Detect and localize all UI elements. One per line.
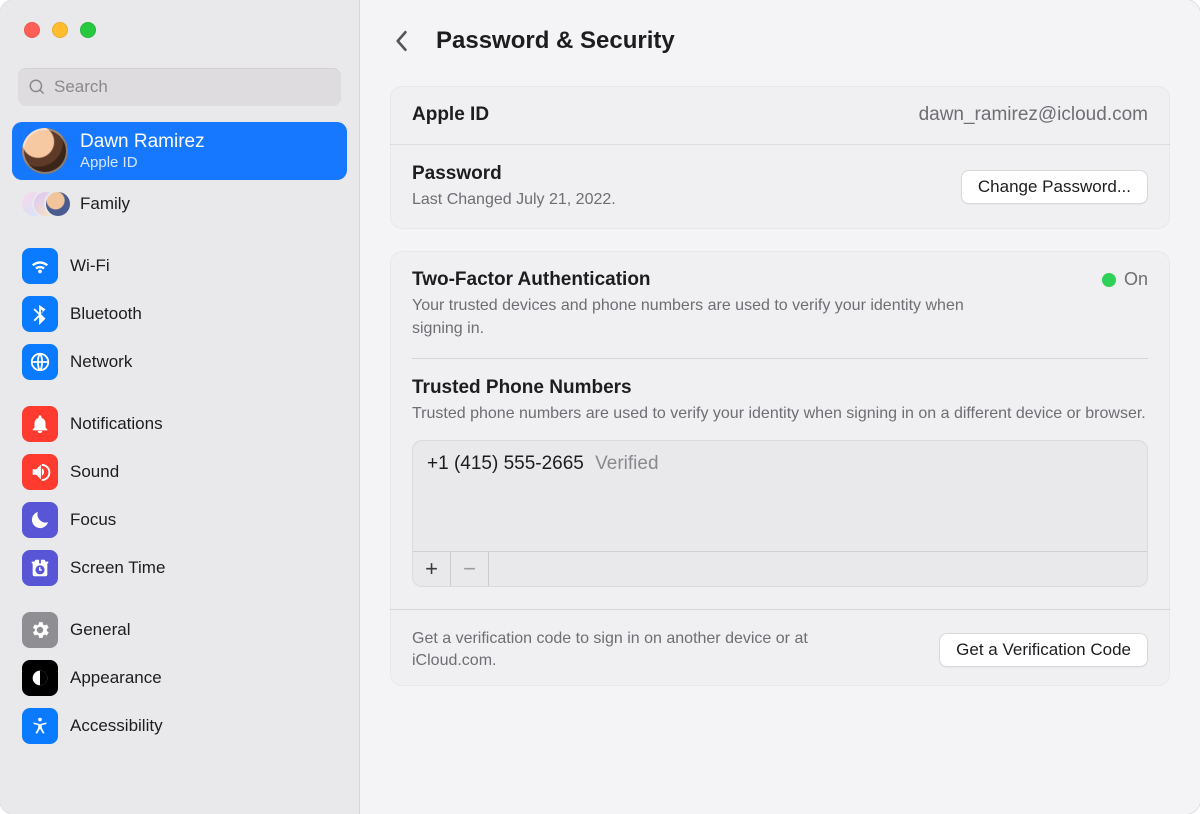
- trusted-number-row[interactable]: +1 (415) 555-2665 Verified: [413, 441, 1147, 487]
- trusted-label: Trusted Phone Numbers: [412, 377, 1148, 399]
- sidebar-item-label: Screen Time: [70, 558, 165, 578]
- verification-row: Get a verification code to sign in on an…: [390, 609, 1170, 687]
- sidebar-item-screen-time[interactable]: Screen Time: [12, 544, 347, 592]
- sidebar-item-label: Bluetooth: [70, 304, 142, 324]
- trusted-number-value: +1 (415) 555-2665: [427, 453, 584, 474]
- sidebar-item-accessibility[interactable]: Accessibility: [12, 702, 347, 750]
- network-icon: [22, 344, 58, 380]
- sidebar-item-label: Wi-Fi: [70, 256, 110, 276]
- focus-icon: [22, 502, 58, 538]
- sidebar-item-family[interactable]: Family: [12, 180, 347, 228]
- bluetooth-icon: [22, 296, 58, 332]
- sidebar-item-network[interactable]: Network: [12, 338, 347, 386]
- sidebar-item-appearance[interactable]: Appearance: [12, 654, 347, 702]
- minus-icon: −: [463, 556, 476, 582]
- twofa-status: On: [1102, 269, 1148, 290]
- password-label: Password: [412, 163, 616, 185]
- avatar: [22, 128, 68, 174]
- account-subtitle: Apple ID: [80, 154, 205, 173]
- account-name: Dawn Ramirez: [80, 130, 205, 154]
- sidebar-item-label: General: [70, 620, 130, 640]
- apple-id-value: dawn_ramirez@icloud.com: [919, 104, 1148, 126]
- twofa-label: Two-Factor Authentication: [412, 269, 972, 291]
- sidebar-item-label: Focus: [70, 510, 116, 530]
- sidebar-item-label: Notifications: [70, 414, 163, 434]
- get-verification-code-button[interactable]: Get a Verification Code: [939, 633, 1148, 667]
- trusted-numbers-toolbar: + −: [413, 551, 1147, 586]
- password-sub: Last Changed July 21, 2022.: [412, 189, 616, 211]
- apple-id-row: Apple ID dawn_ramirez@icloud.com: [390, 86, 1170, 144]
- trusted-numbers-list[interactable]: +1 (415) 555-2665 Verified + −: [412, 440, 1148, 587]
- add-number-button[interactable]: +: [413, 552, 451, 586]
- sidebar-item-sound[interactable]: Sound: [12, 448, 347, 496]
- sidebar-item-notifications[interactable]: Notifications: [12, 400, 347, 448]
- remove-number-button[interactable]: −: [451, 552, 489, 586]
- search-field[interactable]: [18, 68, 341, 106]
- page-title: Password & Security: [436, 27, 675, 55]
- twofa-status-label: On: [1124, 269, 1148, 290]
- settings-window: Dawn Ramirez Apple ID Family Wi-Fi: [0, 0, 1200, 814]
- screen-time-icon: [22, 550, 58, 586]
- twofa-sub: Your trusted devices and phone numbers a…: [412, 295, 972, 340]
- trusted-number-status: Verified: [595, 453, 658, 474]
- security-card: Two-Factor Authentication Your trusted d…: [390, 251, 1170, 686]
- back-button[interactable]: [384, 24, 418, 58]
- password-row: Password Last Changed July 21, 2022. Cha…: [390, 144, 1170, 229]
- apple-id-label: Apple ID: [412, 104, 489, 126]
- close-window-button[interactable]: [24, 22, 40, 38]
- plus-icon: +: [425, 556, 438, 582]
- gear-icon: [22, 612, 58, 648]
- minimize-window-button[interactable]: [52, 22, 68, 38]
- verification-sub: Get a verification code to sign in on an…: [412, 628, 892, 673]
- sidebar-item-bluetooth[interactable]: Bluetooth: [12, 290, 347, 338]
- sidebar-item-general[interactable]: General: [12, 606, 347, 654]
- appearance-icon: [22, 660, 58, 696]
- sidebar: Dawn Ramirez Apple ID Family Wi-Fi: [0, 0, 360, 814]
- sidebar-item-label: Family: [80, 194, 130, 214]
- main-pane: Password & Security Apple ID dawn_ramire…: [360, 0, 1200, 814]
- notifications-icon: [22, 406, 58, 442]
- apple-id-card: Apple ID dawn_ramirez@icloud.com Passwor…: [390, 86, 1170, 229]
- chevron-left-icon: [394, 30, 408, 52]
- zoom-window-button[interactable]: [80, 22, 96, 38]
- change-password-button[interactable]: Change Password...: [961, 170, 1148, 204]
- main-header: Password & Security: [360, 0, 1200, 68]
- sidebar-item-wifi[interactable]: Wi-Fi: [12, 242, 347, 290]
- sidebar-item-label: Appearance: [70, 668, 162, 688]
- sidebar-nav: Dawn Ramirez Apple ID Family Wi-Fi: [0, 116, 359, 750]
- sidebar-item-apple-id[interactable]: Dawn Ramirez Apple ID: [12, 122, 347, 180]
- status-dot-icon: [1102, 273, 1116, 287]
- search-icon: [28, 78, 46, 96]
- sidebar-item-label: Accessibility: [70, 716, 163, 736]
- window-controls: [0, 0, 359, 38]
- trusted-sub: Trusted phone numbers are used to verify…: [412, 403, 1148, 425]
- sound-icon: [22, 454, 58, 490]
- sidebar-item-label: Sound: [70, 462, 119, 482]
- sidebar-item-label: Network: [70, 352, 132, 372]
- accessibility-icon: [22, 708, 58, 744]
- trusted-numbers-section: Trusted Phone Numbers Trusted phone numb…: [390, 359, 1170, 608]
- family-icon: [22, 186, 68, 222]
- twofa-row: Two-Factor Authentication Your trusted d…: [390, 251, 1170, 358]
- sidebar-item-focus[interactable]: Focus: [12, 496, 347, 544]
- search-input[interactable]: [54, 77, 331, 97]
- wifi-icon: [22, 248, 58, 284]
